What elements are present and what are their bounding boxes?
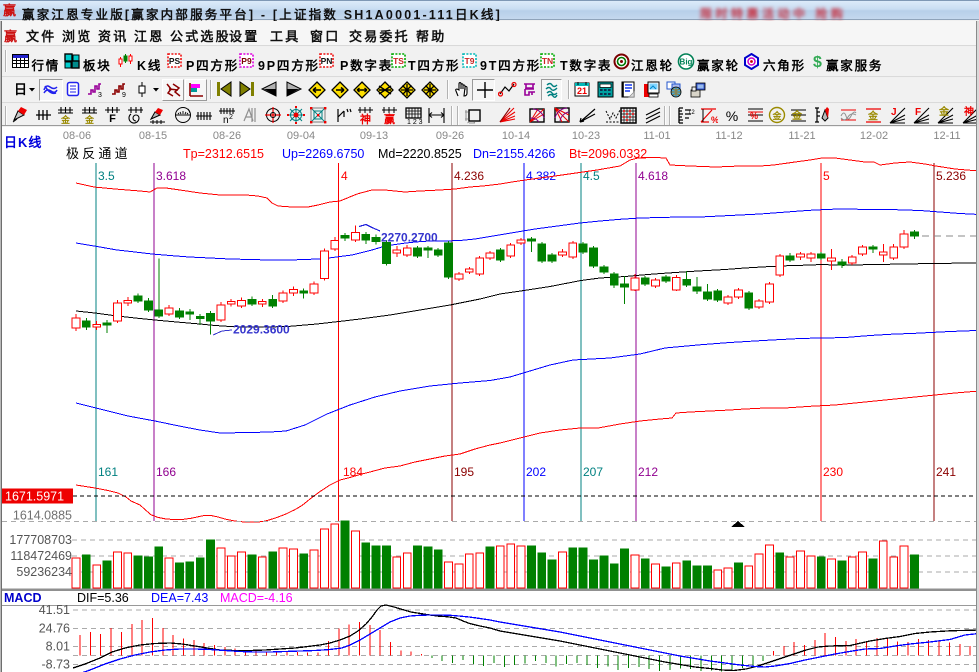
svg-text:金: 金	[83, 114, 94, 125]
svg-text:金: 金	[867, 110, 879, 123]
svg-text:21: 21	[577, 86, 587, 96]
svg-text:n: n	[223, 115, 229, 125]
svg-text:1 2 3: 1 2 3	[407, 119, 423, 125]
svg-text:207: 207	[583, 465, 603, 479]
svg-text:241: 241	[936, 465, 956, 479]
svg-text:2: 2	[229, 114, 233, 121]
svg-text:Big: Big	[680, 58, 693, 67]
svg-text:DEA=7.43: DEA=7.43	[151, 591, 208, 605]
svg-text:极反通道: 极反通道	[66, 146, 131, 161]
svg-text:177708703: 177708703	[9, 533, 72, 547]
svg-text:5: 5	[823, 169, 830, 183]
svg-text:PN: PN	[321, 56, 333, 66]
svg-text:MACD: MACD	[4, 591, 42, 605]
svg-text:161: 161	[98, 465, 118, 479]
svg-text:MACD=-4.16: MACD=-4.16	[220, 591, 293, 605]
svg-text:1671.5971: 1671.5971	[5, 490, 64, 504]
svg-text:41.51: 41.51	[39, 603, 70, 617]
svg-text:DIF=5.36: DIF=5.36	[77, 591, 129, 605]
svg-text:Dn=2155.4266: Dn=2155.4266	[473, 147, 555, 161]
svg-text:202: 202	[526, 465, 546, 479]
svg-text:123: 123	[688, 110, 695, 116]
svg-text:2029.3600: 2029.3600	[233, 323, 290, 337]
svg-text:3.5: 3.5	[98, 169, 115, 183]
svg-text:PS: PS	[168, 56, 180, 66]
svg-text:09-13: 09-13	[360, 130, 388, 142]
svg-text:09-26: 09-26	[436, 130, 464, 142]
svg-text:$: $	[813, 54, 822, 69]
svg-text:TN: TN	[542, 56, 553, 66]
svg-text:12-11: 12-11	[933, 130, 960, 142]
svg-text:%: %	[711, 115, 718, 125]
svg-text:10-14: 10-14	[502, 130, 530, 142]
svg-text:9: 9	[122, 92, 126, 98]
svg-text:11-01: 11-01	[643, 130, 670, 142]
svg-text:Up=2269.6750: Up=2269.6750	[282, 147, 364, 161]
svg-text:金: 金	[771, 110, 782, 121]
svg-text:11-12: 11-12	[715, 130, 742, 142]
svg-text:%: %	[725, 108, 737, 124]
svg-text:1614.0885: 1614.0885	[13, 509, 72, 523]
svg-text:神: 神	[360, 112, 371, 125]
svg-text:195: 195	[454, 465, 474, 479]
svg-text:4.618: 4.618	[638, 169, 668, 183]
svg-text:08-15: 08-15	[139, 130, 167, 142]
svg-text:166: 166	[156, 465, 176, 479]
svg-text:4: 4	[341, 169, 348, 183]
svg-text:230: 230	[823, 465, 843, 479]
svg-text:4.236: 4.236	[454, 169, 484, 183]
svg-text:3: 3	[98, 92, 102, 98]
svg-text:日K线: 日K线	[4, 135, 42, 150]
svg-text:11-21: 11-21	[788, 130, 815, 142]
svg-text:赢: 赢	[384, 112, 395, 125]
svg-text:59236234: 59236234	[16, 565, 72, 579]
svg-text:3.618: 3.618	[156, 169, 186, 183]
svg-text:09-04: 09-04	[287, 130, 315, 142]
svg-text:金: 金	[791, 109, 803, 122]
svg-text:日: 日	[14, 82, 27, 97]
svg-text:T9: T9	[465, 56, 475, 66]
svg-text:5.236: 5.236	[936, 169, 966, 183]
svg-text:金: 金	[938, 106, 950, 118]
svg-text:Tp=2312.6515: Tp=2312.6515	[183, 147, 264, 161]
svg-text:24.76: 24.76	[39, 622, 70, 636]
svg-text:-8.73: -8.73	[42, 658, 71, 672]
svg-text:118472469: 118472469	[10, 549, 72, 563]
svg-text:F: F	[915, 107, 921, 118]
svg-text:08-26: 08-26	[213, 130, 241, 142]
svg-text:P9: P9	[241, 56, 252, 66]
svg-text:Md=2220.8525: Md=2220.8525	[378, 147, 462, 161]
svg-text:金: 金	[60, 114, 71, 125]
svg-text:J: J	[891, 107, 897, 118]
svg-text:F: F	[109, 113, 116, 125]
svg-text:08-06: 08-06	[63, 130, 91, 142]
svg-text:神: 神	[964, 106, 974, 118]
svg-text:12-02: 12-02	[860, 130, 888, 142]
svg-text:8.01: 8.01	[46, 640, 70, 654]
svg-text:212: 212	[638, 465, 658, 479]
svg-text:TS: TS	[393, 56, 404, 66]
svg-text:10-23: 10-23	[572, 130, 600, 142]
